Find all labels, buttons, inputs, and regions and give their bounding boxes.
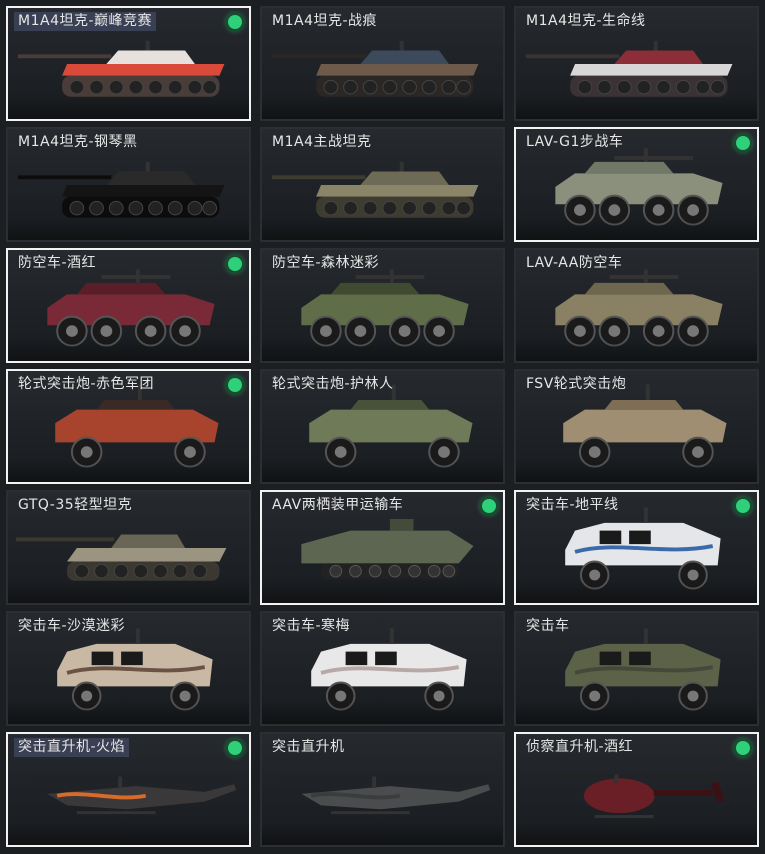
vehicle-name: 突击车-地平线 xyxy=(526,497,619,513)
vehicle-card[interactable]: 轮式突击炮-赤色军团 xyxy=(6,369,251,484)
vehicle-card[interactable]: 突击车-沙漠迷彩 xyxy=(6,611,251,726)
vehicle-card[interactable]: 防空车-酒红 xyxy=(6,248,251,363)
vehicle-card[interactable]: 突击车 xyxy=(514,611,759,726)
vehicle-card[interactable]: M1A4坦克-钢琴黑 xyxy=(6,127,251,242)
vehicle-card[interactable]: 侦察直升机-酒红 xyxy=(514,732,759,847)
vehicle-name: 轮式突击炮-赤色军团 xyxy=(18,376,155,392)
vehicle-card[interactable]: 防空车-森林迷彩 xyxy=(260,248,505,363)
vehicle-name: FSV轮式突击炮 xyxy=(526,376,627,392)
vehicle-name: 突击车 xyxy=(526,618,570,634)
vehicle-card[interactable]: 突击车-地平线 xyxy=(514,490,759,605)
vehicle-card[interactable]: 轮式突击炮-护林人 xyxy=(260,369,505,484)
vehicle-skin-grid: M1A4坦克-巅峰竞赛 M1A4坦克-战痕 M1A4坦克-生命线 M1A4坦克-… xyxy=(0,0,765,854)
equipped-indicator-icon xyxy=(228,257,242,271)
vehicle-card[interactable]: AAV两栖装甲运输车 xyxy=(260,490,505,605)
vehicle-name: M1A4坦克-生命线 xyxy=(526,13,646,29)
vehicle-name: M1A4坦克-战痕 xyxy=(272,13,378,29)
vehicle-card[interactable]: M1A4坦克-生命线 xyxy=(514,6,759,121)
vehicle-name: GTQ-35轻型坦克 xyxy=(18,497,133,513)
vehicle-card[interactable]: LAV-G1步战车 xyxy=(514,127,759,242)
equipped-indicator-icon xyxy=(482,499,496,513)
vehicle-card[interactable]: M1A4坦克-战痕 xyxy=(260,6,505,121)
vehicle-name: 突击车-沙漠迷彩 xyxy=(18,618,126,634)
equipped-indicator-icon xyxy=(736,741,750,755)
vehicle-card[interactable]: LAV-AA防空车 xyxy=(514,248,759,363)
vehicle-name: LAV-AA防空车 xyxy=(526,255,623,271)
vehicle-name: 防空车-酒红 xyxy=(18,255,97,271)
vehicle-name: 轮式突击炮-护林人 xyxy=(272,376,394,392)
vehicle-name: AAV两栖装甲运输车 xyxy=(272,497,404,513)
vehicle-card[interactable]: M1A4坦克-巅峰竞赛 xyxy=(6,6,251,121)
vehicle-card[interactable]: FSV轮式突击炮 xyxy=(514,369,759,484)
vehicle-name: 突击直升机 xyxy=(272,739,345,755)
vehicle-name: LAV-G1步战车 xyxy=(526,134,624,150)
vehicle-name: M1A4主战坦克 xyxy=(272,134,372,150)
vehicle-name: 侦察直升机-酒红 xyxy=(526,739,634,755)
vehicle-card[interactable]: 突击直升机 xyxy=(260,732,505,847)
vehicle-card[interactable]: 突击车-寒梅 xyxy=(260,611,505,726)
vehicle-name: M1A4坦克-钢琴黑 xyxy=(18,134,138,150)
vehicle-name: 突击车-寒梅 xyxy=(272,618,351,634)
equipped-indicator-icon xyxy=(228,741,242,755)
equipped-indicator-icon xyxy=(228,15,242,29)
vehicle-name: M1A4坦克-巅峰竞赛 xyxy=(14,12,157,31)
equipped-indicator-icon xyxy=(228,378,242,392)
vehicle-card[interactable]: GTQ-35轻型坦克 xyxy=(6,490,251,605)
vehicle-name: 突击直升机-火焰 xyxy=(14,738,130,757)
vehicle-card[interactable]: M1A4主战坦克 xyxy=(260,127,505,242)
equipped-indicator-icon xyxy=(736,136,750,150)
equipped-indicator-icon xyxy=(736,499,750,513)
vehicle-name: 防空车-森林迷彩 xyxy=(272,255,380,271)
vehicle-card[interactable]: 突击直升机-火焰 xyxy=(6,732,251,847)
